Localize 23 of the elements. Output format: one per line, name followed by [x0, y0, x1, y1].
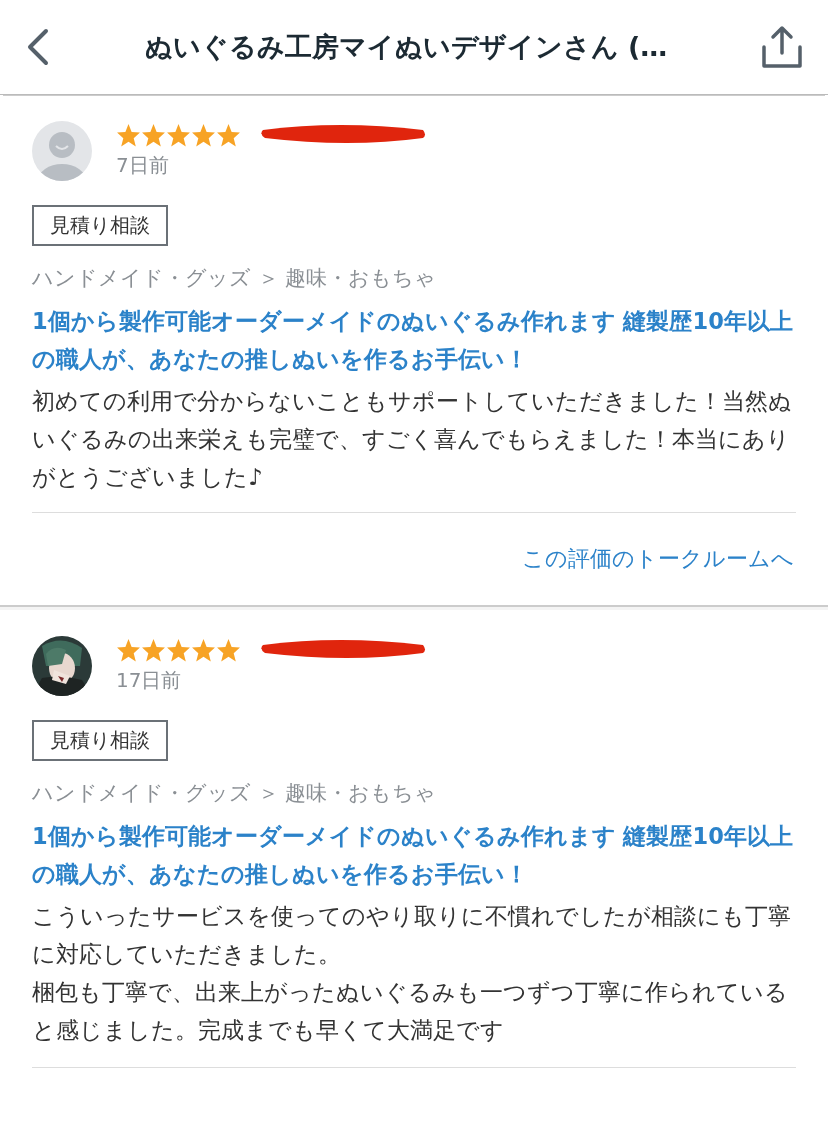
star-icon — [216, 638, 241, 662]
star-icon — [116, 638, 141, 662]
star-icon — [166, 123, 191, 147]
service-title[interactable]: 1個から製作可能オーダーメイドのぬいぐるみ作れます 縫製歴10年以上の職人が、あなたの推しぬいを作るお手伝い！ — [32, 302, 796, 378]
service-title[interactable]: 1個から製作可能オーダーメイドのぬいぐるみ作れます 縫製歴10年以上の職人が、あなたの推しぬいを作るお手伝い！ — [32, 817, 796, 893]
talkroom-link[interactable]: この評価のトークルームへ — [522, 544, 794, 574]
review-comment: 初めての利用で分からないこともサポートしていただきました！当然ぬいぐるみの出来栄えも完璧で、すごく喜んでもらえました！本当にありがとうございました♪ — [32, 387, 793, 492]
review-date: 7日前 — [116, 152, 170, 179]
page-title: ぬいぐるみ工房マイぬいデザインさん (… — [143, 30, 669, 64]
category-path: ハンドメイド・グッズ ＞ 趣味・おもちゃ — [32, 265, 438, 292]
review-date: 17日前 — [116, 667, 183, 694]
review-comment: こういったサービスを使ってのやり取りに不慣れでしたが相談にも丁寧に対応していただきました。 梱包も丁寧で、出来上がったぬいぐるみも一つずつ丁寧に作られていると感じました。完成までも早くて大満足です — [32, 902, 792, 1045]
tag-label: 見積り相談 — [32, 205, 168, 246]
star-icon — [191, 638, 216, 662]
tag-label: 見積り相談 — [32, 720, 168, 761]
star-icon — [116, 123, 141, 147]
star-icon — [191, 123, 216, 147]
star-icon — [141, 638, 166, 662]
star-icon — [166, 638, 191, 662]
star-icon — [216, 123, 241, 147]
share-icon[interactable] — [760, 25, 804, 69]
star-icon — [141, 123, 166, 147]
category-path: ハンドメイド・グッズ ＞ 趣味・おもちゃ — [32, 780, 438, 807]
